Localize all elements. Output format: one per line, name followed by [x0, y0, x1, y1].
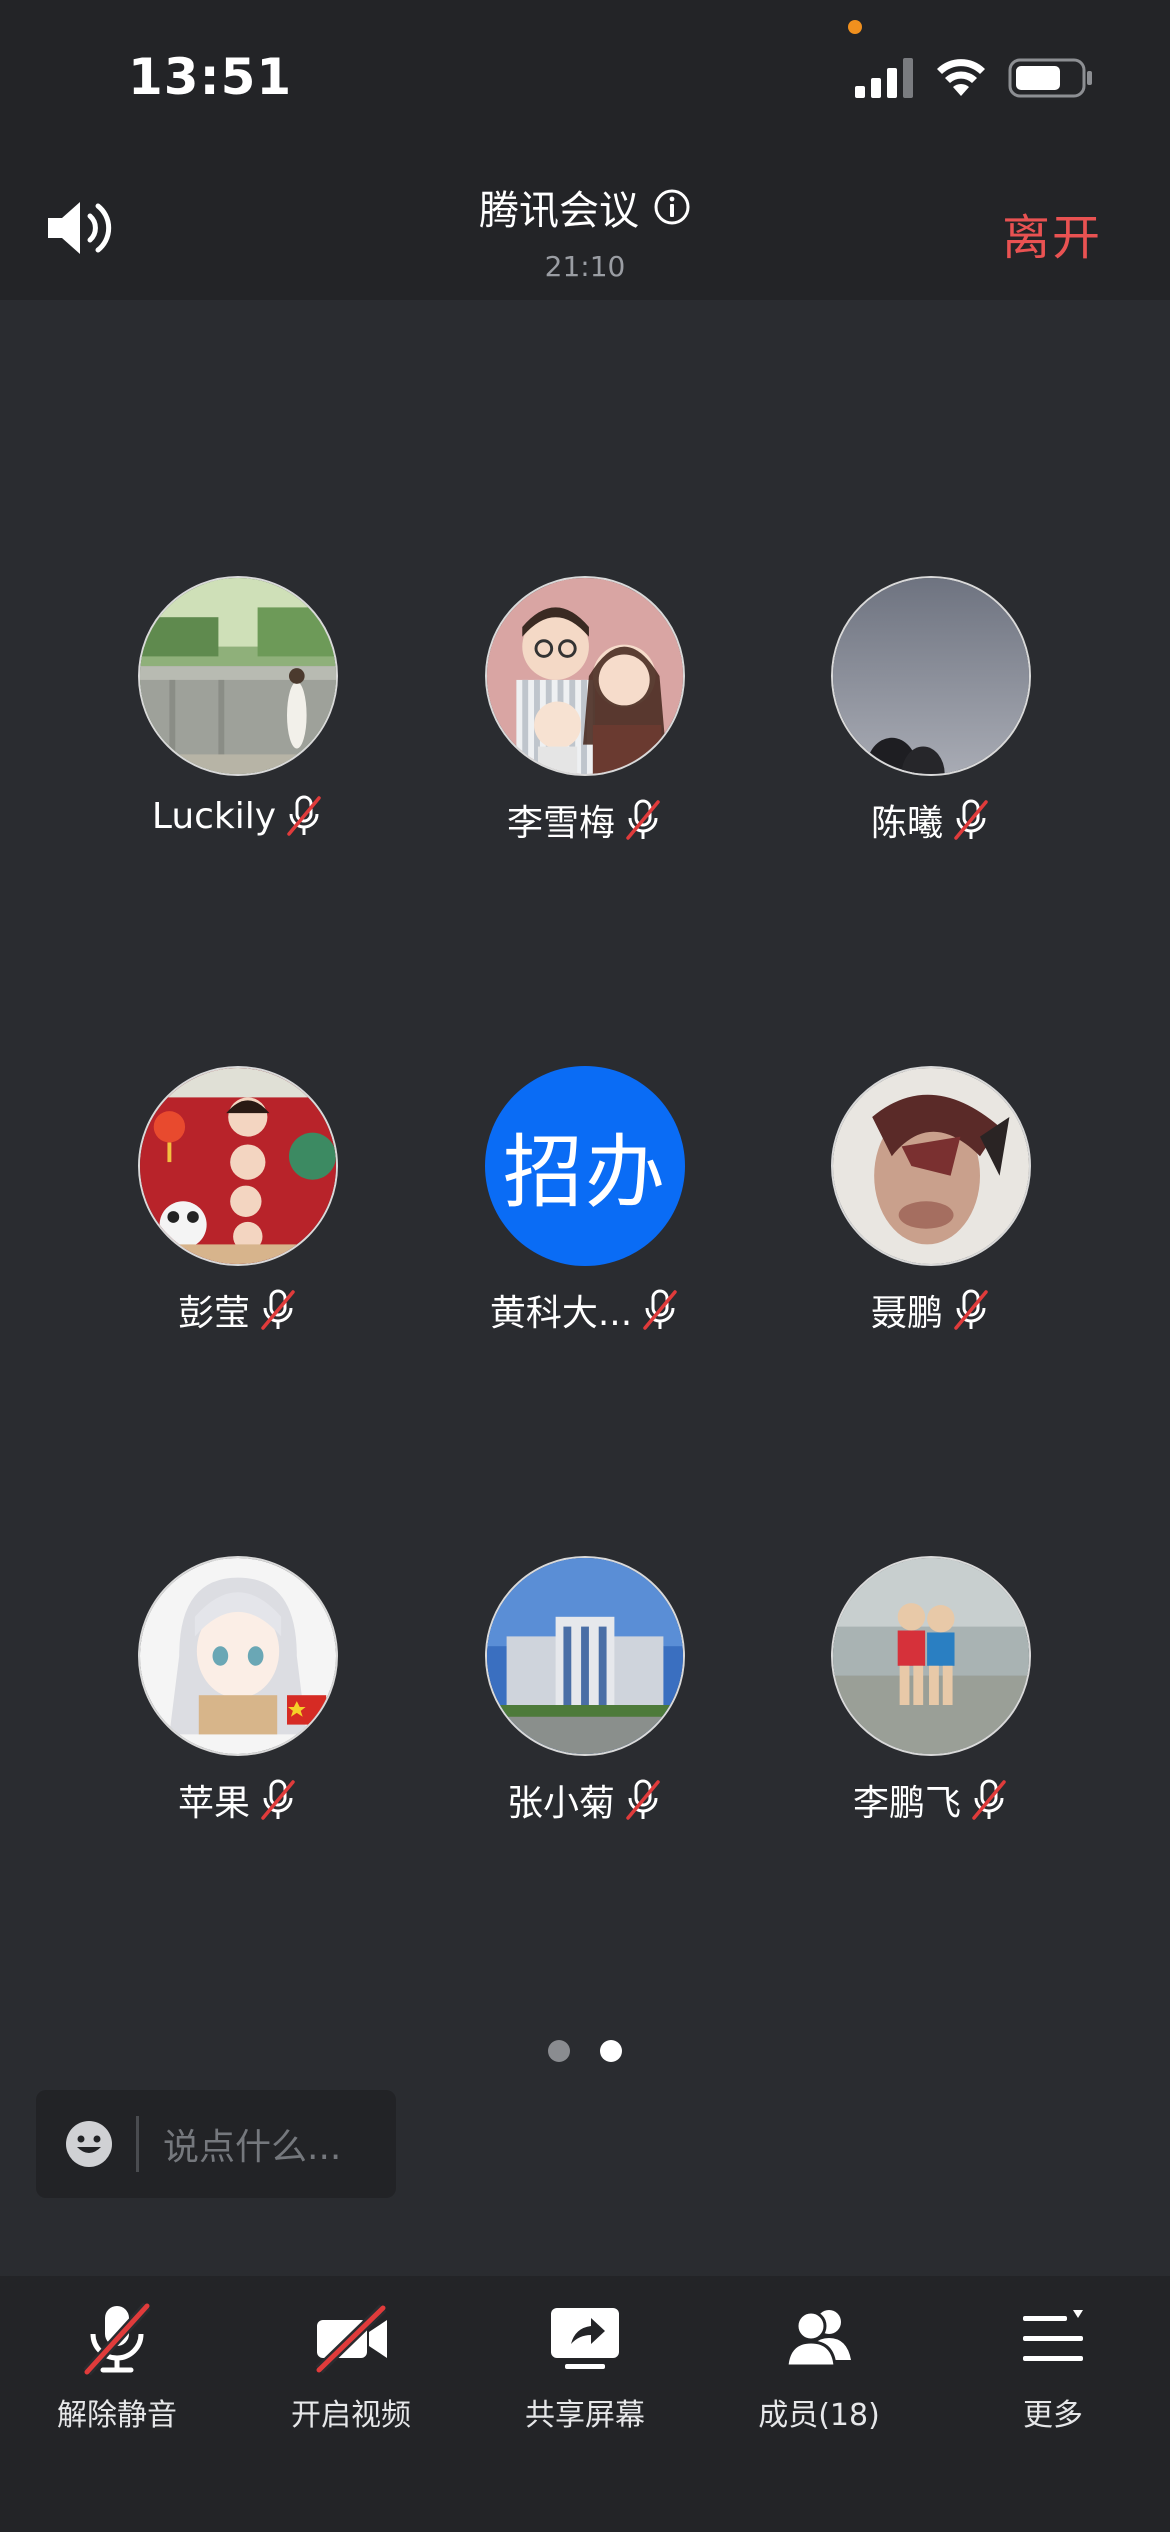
divider — [136, 2116, 139, 2172]
avatar — [138, 1556, 338, 1756]
red-festival-avatar — [140, 1068, 336, 1264]
leave-button[interactable]: 离开 — [1002, 198, 1102, 268]
bottom-toolbar: 解除静音 开启视频 共享屏幕 成员(18) 更多 — [0, 2276, 1170, 2532]
painting-face-avatar — [833, 1068, 1029, 1264]
participant-name: Luckily — [151, 795, 277, 837]
mic-muted-icon — [261, 1289, 295, 1330]
emoji-icon[interactable] — [64, 2119, 114, 2169]
more-icon — [1023, 2310, 1083, 2361]
avatar — [485, 576, 685, 776]
more-button[interactable]: 更多 — [936, 2276, 1170, 2532]
chat-input-box[interactable]: 说点什么... — [36, 2090, 396, 2198]
building-photo-avatar — [487, 1558, 683, 1754]
unmute-button[interactable]: 解除静音 — [0, 2276, 234, 2532]
cellular-signal-icon — [855, 58, 913, 98]
avatar — [831, 1556, 1031, 1756]
garden-photo-avatar — [140, 578, 336, 774]
participant-name: 黄科大... — [489, 1293, 633, 1334]
share-screen-button[interactable]: 共享屏幕 — [468, 2276, 702, 2532]
participant-name: 苹果 — [177, 1783, 250, 1824]
participant-tile[interactable]: 张小菊 — [435, 1556, 735, 1826]
participant-tile[interactable]: Luckily — [88, 576, 388, 838]
participant-name: 陈曦 — [870, 803, 943, 844]
mic-muted-icon — [261, 1779, 295, 1820]
toolbar-label: 成员(18) — [758, 2398, 880, 2433]
cartoon-family-avatar — [487, 578, 683, 774]
meeting-screen: 13:51 腾讯会议 21:10 离开 Luckily 李雪梅 陈曦 彭莹 招办… — [0, 0, 1170, 2532]
avatar — [138, 576, 338, 776]
anime-girl-avatar — [140, 1558, 336, 1754]
meeting-header: 腾讯会议 21:10 离开 — [0, 150, 1170, 300]
toolbar-label: 解除静音 — [57, 2398, 177, 2433]
recording-indicator-dot — [848, 20, 862, 34]
members-icon — [785, 2310, 851, 2368]
status-bar: 13:51 — [0, 0, 1170, 150]
avatar — [138, 1066, 338, 1266]
text-avatar: 招办 — [485, 1066, 685, 1266]
participant-tile[interactable]: 彭莹 — [88, 1066, 388, 1336]
meeting-title: 腾讯会议 — [479, 188, 639, 234]
mic-muted-icon — [626, 1779, 660, 1820]
participant-tile[interactable]: 陈曦 — [781, 576, 1081, 846]
participant-tile[interactable]: 聂鹏 — [781, 1066, 1081, 1336]
avatar — [831, 576, 1031, 776]
mic-muted-icon — [954, 1289, 988, 1330]
members-button[interactable]: 成员(18) — [702, 2276, 936, 2532]
toolbar-label: 更多 — [1023, 2398, 1083, 2433]
status-time: 13:51 — [128, 48, 293, 106]
meeting-title-block: 腾讯会议 21:10 — [0, 178, 1170, 283]
mic-muted-icon — [626, 799, 660, 840]
start-video-button[interactable]: 开启视频 — [234, 2276, 468, 2532]
mic-muted-icon — [954, 799, 988, 840]
mic-off-icon — [83, 2302, 151, 2376]
toolbar-label: 开启视频 — [291, 2398, 411, 2433]
participant-name: 聂鹏 — [870, 1293, 943, 1334]
avatar — [485, 1556, 685, 1756]
participant-name: 李鹏飞 — [852, 1783, 961, 1824]
video-off-icon — [315, 2304, 387, 2374]
kids-beach-avatar — [833, 1558, 1029, 1754]
participant-tile[interactable]: 李鹏飞 — [781, 1556, 1081, 1826]
mic-muted-icon — [287, 795, 321, 836]
participant-tile[interactable]: 李雪梅 — [435, 576, 735, 846]
page-dot[interactable] — [548, 2040, 570, 2062]
wifi-icon — [937, 59, 985, 96]
share-screen-icon — [551, 2308, 619, 2369]
mic-muted-icon — [643, 1289, 677, 1330]
page-indicator[interactable] — [0, 2040, 1170, 2062]
participant-name: 李雪梅 — [506, 803, 615, 844]
meeting-duration: 21:10 — [544, 250, 626, 283]
avatar-text: 招办 — [503, 1126, 667, 1219]
battery-icon — [1008, 58, 1092, 98]
participant-name: 彭莹 — [177, 1293, 250, 1334]
chat-placeholder[interactable]: 说点什么... — [163, 2118, 341, 2170]
toolbar-label: 共享屏幕 — [525, 2398, 645, 2433]
participant-name: 张小菊 — [506, 1783, 615, 1824]
page-dot-active[interactable] — [600, 2040, 622, 2062]
participant-tile[interactable]: 招办 黄科大... — [435, 1066, 735, 1336]
participant-tile[interactable]: 苹果 — [88, 1556, 388, 1826]
avatar — [831, 1066, 1031, 1266]
info-icon[interactable] — [653, 188, 691, 226]
mic-muted-icon — [972, 1779, 1006, 1820]
dusk-sky-avatar — [833, 578, 1029, 774]
